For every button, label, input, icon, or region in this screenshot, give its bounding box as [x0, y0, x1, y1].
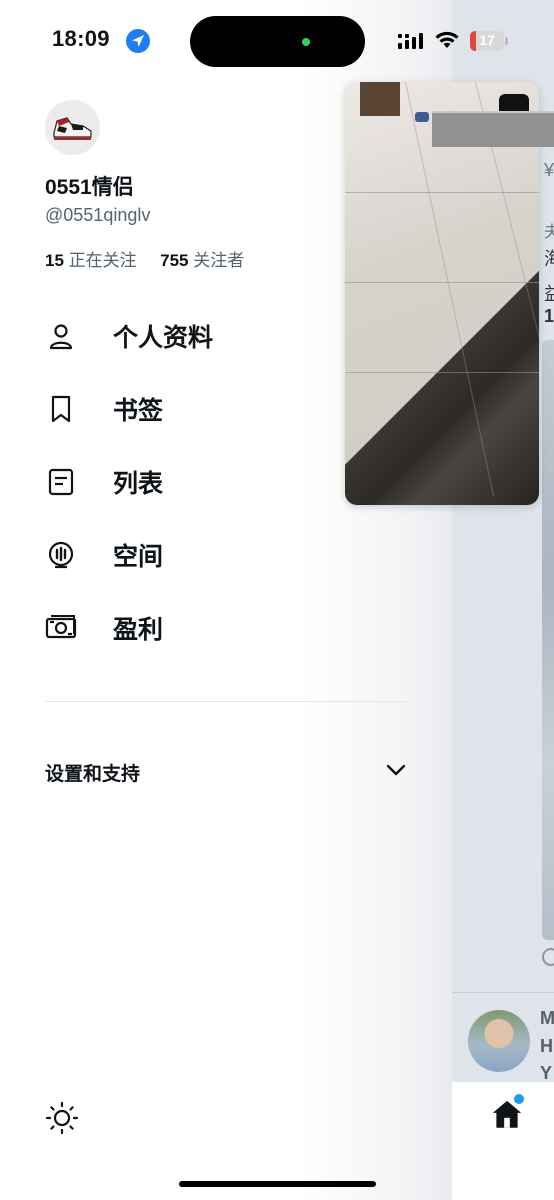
bookmark-icon: [45, 393, 77, 425]
handle[interactable]: @0551qinglv: [45, 205, 150, 226]
pip-control-bar[interactable]: [432, 111, 554, 147]
status-time: 18:09: [52, 26, 110, 51]
menu-item-label: 个人资料: [113, 324, 214, 352]
dynamic-island: [190, 16, 365, 67]
display-name[interactable]: 0551情侣: [45, 171, 134, 201]
menu-item-monetization[interactable]: 盈利: [45, 603, 425, 653]
location-arrow-icon: [126, 29, 150, 53]
menu-item-label: 盈利: [113, 616, 164, 644]
feed-avatar[interactable]: [468, 1010, 530, 1072]
follow-stats: 15 正在关注 755 关注者: [45, 246, 244, 271]
wifi-icon: [435, 31, 459, 48]
following-label: 正在关注: [68, 251, 137, 270]
menu-item-label: 书签: [113, 397, 164, 425]
feed-media-strip: [542, 340, 554, 940]
battery-cap: [505, 37, 508, 45]
feed-line: M: [540, 1008, 554, 1028]
feed-text-fragment: 海: [544, 249, 554, 269]
video-scene-object: [360, 82, 400, 116]
menu-item-profile[interactable]: 个人资料: [45, 311, 425, 361]
person-icon: [45, 320, 77, 352]
profile-avatar[interactable]: [45, 100, 100, 155]
floor-tile-line: [345, 372, 539, 373]
spaces-mic-icon: [45, 539, 77, 571]
followers-count: 755: [160, 251, 189, 270]
feed-line: H: [540, 1036, 553, 1056]
following-count: 15: [45, 251, 64, 270]
following-link[interactable]: 15 正在关注: [45, 251, 141, 270]
feed-text-fragment: 夫: [544, 224, 554, 241]
followers-link[interactable]: 755 关注者: [160, 251, 244, 270]
menu-item-lists[interactable]: 列表: [45, 457, 425, 507]
followers-label: 关注者: [193, 251, 245, 270]
settings-and-support-toggle[interactable]: 设置和支持: [45, 752, 407, 792]
list-icon: [45, 466, 77, 498]
home-indicator[interactable]: [179, 1181, 376, 1187]
feed-text-fragment: 18: [544, 306, 554, 326]
feed-text-fragment: ¥: [544, 160, 554, 180]
menu-item-label: 列表: [113, 470, 164, 498]
battery-icon: 17: [470, 31, 504, 51]
menu-item-bookmarks[interactable]: 书签: [45, 384, 425, 434]
feed-text-fragment: 益: [544, 284, 554, 304]
reply-icon: [542, 948, 554, 966]
camera-indicator: [302, 38, 310, 46]
video-scene-object: [415, 112, 429, 122]
menu-divider: [45, 701, 407, 702]
menu-item-label: 空间: [113, 543, 164, 571]
notification-dot: [514, 1094, 524, 1104]
sneaker-avatar-icon: [45, 100, 100, 155]
settings-label: 设置和支持: [45, 763, 141, 785]
menu-item-spaces[interactable]: 空间: [45, 530, 425, 580]
floor-tile-line: [345, 282, 539, 283]
feed-divider: [452, 992, 554, 993]
chevron-down-icon: [385, 763, 407, 782]
floor-tile-line: [345, 192, 539, 193]
money-icon: [45, 612, 77, 644]
signal-icon: [398, 33, 423, 49]
battery-label: 17: [479, 32, 495, 48]
feed-line: Y: [540, 1063, 553, 1083]
sun-icon[interactable]: [45, 1101, 79, 1135]
